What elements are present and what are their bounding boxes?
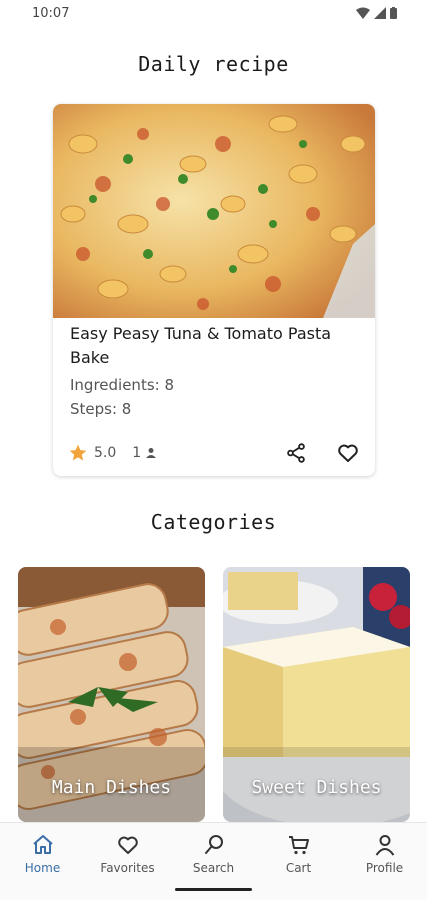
recipe-servings: 1: [132, 445, 157, 461]
recipe-steps: Steps: 8: [70, 400, 132, 418]
recipe-image: [53, 104, 375, 318]
nav-label: Favorites: [100, 861, 155, 875]
recipe-ingredients: Ingredients: 8: [70, 376, 175, 394]
heart-icon: [338, 444, 358, 462]
category-sweet-dishes[interactable]: Sweet Dishes: [223, 567, 410, 822]
category-label: Sweet Dishes: [251, 777, 382, 798]
nav-label: Search: [192, 861, 235, 875]
signal-icon: [374, 7, 386, 19]
person-icon: [146, 448, 157, 458]
recipe-footer: 5.0 1: [68, 438, 361, 468]
daily-recipe-heading: Daily recipe: [138, 52, 289, 76]
star-icon: [69, 444, 87, 461]
share-icon: [287, 443, 305, 463]
rating-value: 5.0: [94, 445, 117, 461]
nav-label: Home: [24, 861, 61, 875]
nav-search[interactable]: Search: [171, 833, 256, 875]
share-button[interactable]: [283, 440, 309, 466]
categories-heading: Categories: [150, 510, 277, 534]
recipe-title: Easy Peasy Tuna & Tomato Pasta Bake: [70, 324, 332, 367]
battery-icon: [390, 7, 397, 19]
person-icon: [375, 835, 394, 856]
nav-home[interactable]: Home: [0, 833, 85, 875]
search-icon: [204, 835, 223, 854]
daily-recipe-card[interactable]: Easy Peasy Tuna & Tomato Pasta Bake Ingr…: [53, 104, 375, 476]
nav-cart[interactable]: Cart: [256, 833, 341, 875]
favorite-button[interactable]: [335, 440, 361, 466]
home-indicator: [175, 888, 252, 891]
nav-favorites[interactable]: Favorites: [85, 833, 170, 875]
heart-icon: [117, 836, 138, 854]
card-actions: [283, 440, 361, 466]
home-icon: [32, 835, 53, 854]
category-label: Main Dishes: [51, 777, 172, 798]
nav-label: Cart: [285, 861, 312, 875]
status-time: 10:07: [32, 6, 70, 21]
cart-icon: [288, 836, 309, 855]
wifi-icon: [356, 7, 370, 19]
recipe-rating: 5.0: [68, 443, 116, 463]
category-main-dishes[interactable]: Main Dishes: [18, 567, 205, 822]
nav-label: Profile: [365, 861, 404, 875]
servings-value: 1: [132, 445, 142, 461]
status-icons: [356, 7, 397, 19]
nav-profile[interactable]: Profile: [342, 833, 427, 875]
status-bar: 10:07: [0, 0, 427, 30]
